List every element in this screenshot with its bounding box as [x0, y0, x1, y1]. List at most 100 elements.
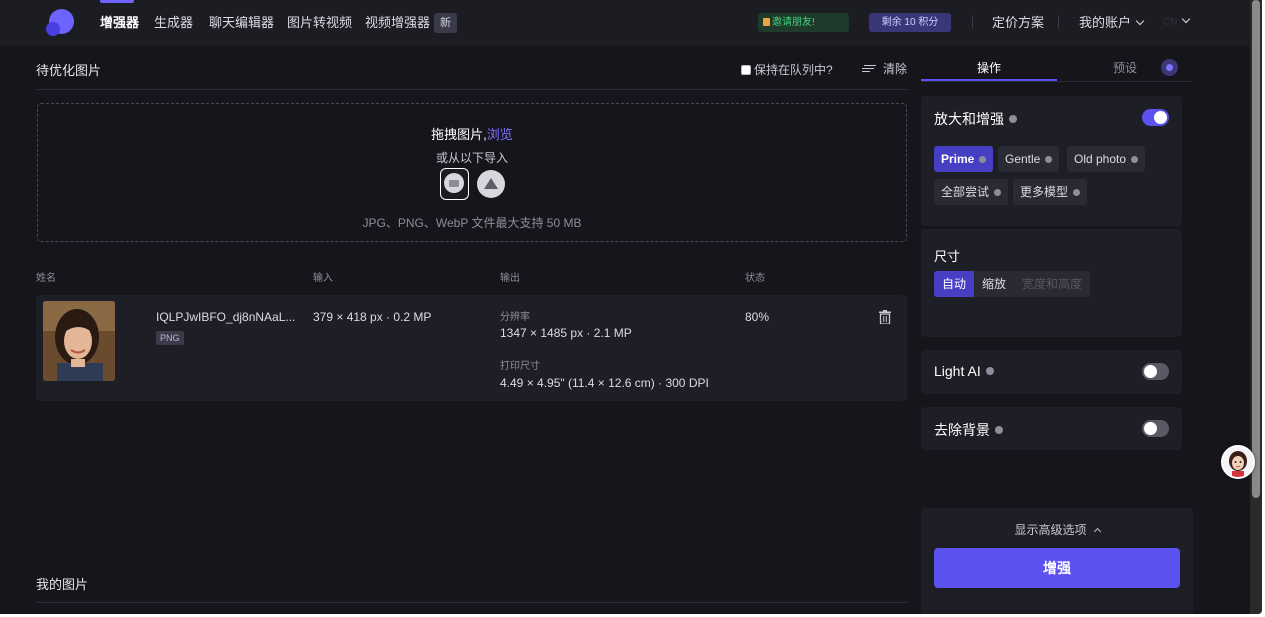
active-nav-indicator	[100, 0, 134, 3]
size-option-scale[interactable]: 缩放	[974, 271, 1015, 297]
model-chip-gentle[interactable]: Gentle	[998, 146, 1060, 172]
chevron-down-icon	[1182, 14, 1191, 24]
new-badge: 新	[434, 13, 457, 33]
clear-list-icon	[862, 64, 876, 74]
remove-background-title: 去除背景	[934, 420, 1003, 440]
tab-operations[interactable]: 操作	[977, 59, 1001, 76]
enhance-button[interactable]: 增强	[934, 548, 1180, 588]
file-row[interactable]: IQLPJwIBFO_dj8nNAaL... PNG 379 × 418 px …	[36, 295, 907, 401]
output-resolution: 1347 × 1485 px · 2.1 MP	[500, 326, 632, 340]
info-icon[interactable]	[995, 426, 1003, 434]
nav-item-generator[interactable]: 生成器	[154, 15, 193, 31]
local-folder-button[interactable]	[440, 168, 469, 200]
info-icon[interactable]	[1009, 115, 1017, 123]
size-mode-selector: 自动 缩放 宽度和高度	[934, 271, 1091, 297]
language-selector[interactable]: CN	[1163, 14, 1191, 28]
info-icon[interactable]	[994, 188, 1002, 196]
upscale-toggle[interactable]	[1142, 109, 1169, 126]
keep-in-queue-label: 保持在队列中?	[754, 63, 833, 77]
divider	[36, 89, 907, 90]
model-chip-more-models[interactable]: 更多模型	[1013, 179, 1088, 205]
model-label: Prime	[941, 152, 975, 166]
light-ai-title: Light AI	[934, 363, 994, 379]
chevron-down-icon	[1135, 16, 1145, 26]
clear-button[interactable]: 清除	[862, 60, 907, 77]
invite-friends-button[interactable]: 邀请朋友!	[758, 13, 849, 32]
scrollbar-thumb[interactable]	[1252, 0, 1260, 498]
upload-dropzone[interactable]: 拖拽图片,浏览 或从以下导入 JPG、PNG、WebP 文件最大支持 50 MB	[37, 103, 907, 242]
print-size: 4.49 × 4.95" (11.4 × 12.6 cm) · 300 DPI	[500, 376, 709, 390]
model-label: Gentle	[1005, 152, 1041, 166]
pricing-link[interactable]: 定价方案	[992, 15, 1044, 31]
preset-indicator-icon[interactable]	[1161, 59, 1178, 76]
info-icon[interactable]	[1045, 155, 1053, 163]
size-option-width-height[interactable]: 宽度和高度	[1014, 271, 1091, 297]
column-header-status: 状态	[745, 273, 765, 284]
logo-icon[interactable]	[45, 8, 75, 36]
keep-in-queue-toggle[interactable]: 保持在队列中?	[741, 61, 833, 78]
drag-text: 拖拽图片,	[431, 127, 487, 142]
divider	[1058, 15, 1059, 29]
input-dimensions: 379 × 418 px · 0.2 MP	[313, 310, 432, 324]
nav-item-chat-editor[interactable]: 聊天编辑器	[209, 15, 274, 31]
trash-icon[interactable]	[879, 310, 891, 324]
import-from-label: 或从以下导入	[435, 151, 508, 165]
nav-item-video-enhancer[interactable]: 视频增强器	[365, 15, 430, 31]
action-panel: 显示高级选项 增强	[921, 508, 1193, 614]
invite-label: 邀请朋友!	[772, 17, 815, 28]
model-chip-old-photo[interactable]: Old photo	[1067, 146, 1146, 172]
remove-background-label: 去除背景	[934, 422, 990, 438]
size-option-auto[interactable]: 自动	[934, 271, 975, 297]
nav-item-enhancer[interactable]: 增强器	[100, 15, 139, 31]
app-window: 增强器 生成器 聊天编辑器 图片转视频 视频增强器 新 邀请朋友! 剩余 10 …	[0, 0, 1262, 614]
account-label: 我的账户	[1079, 15, 1132, 30]
assistant-avatar[interactable]	[1221, 445, 1255, 479]
light-ai-card: Light AI	[921, 350, 1182, 394]
avatar-icon	[1223, 447, 1253, 477]
file-type-badge: PNG	[156, 331, 184, 345]
upscale-title: 放大和增强	[934, 109, 1017, 129]
gift-icon	[763, 18, 770, 26]
processing-status: 80%	[745, 310, 770, 324]
remove-background-toggle[interactable]	[1142, 420, 1169, 437]
size-label: 尺寸	[934, 249, 961, 264]
model-chip-prime[interactable]: Prime	[934, 146, 994, 172]
file-name: IQLPJwIBFO_dj8nNAaL...	[156, 310, 296, 324]
column-header-input: 输入	[313, 273, 333, 284]
model-chip-try-all[interactable]: 全部尝试	[934, 179, 1009, 205]
info-icon[interactable]	[1073, 188, 1081, 196]
size-title: 尺寸	[934, 246, 960, 265]
light-ai-label: Light AI	[934, 363, 981, 379]
clear-label: 清除	[883, 62, 908, 76]
remove-background-card: 去除背景	[921, 407, 1182, 450]
my-images-title: 我的图片	[36, 577, 89, 592]
browse-link[interactable]: 浏览	[487, 127, 513, 142]
model-label: 更多模型	[1020, 185, 1069, 199]
language-label: CN	[1163, 17, 1178, 28]
info-icon[interactable]	[979, 155, 987, 163]
portrait-thumbnail-icon	[43, 301, 115, 381]
advanced-options-toggle[interactable]: 显示高级选项	[921, 521, 1193, 538]
settings-tabs: 操作 预设	[921, 55, 1193, 82]
google-drive-button[interactable]	[477, 170, 505, 198]
divider	[972, 15, 973, 29]
top-navigation: 增强器 生成器 聊天编辑器 图片转视频 视频增强器 新 邀请朋友! 剩余 10 …	[0, 0, 1250, 46]
keep-in-queue-checkbox[interactable]	[741, 64, 751, 75]
info-icon[interactable]	[985, 367, 994, 375]
info-icon[interactable]	[1131, 155, 1139, 163]
column-header-name: 姓名	[36, 273, 56, 284]
scrollbar[interactable]	[1250, 0, 1262, 614]
dropzone-prompt: 拖拽图片,浏览	[38, 124, 906, 143]
google-drive-icon	[484, 178, 498, 189]
nav-item-image-to-video[interactable]: 图片转视频	[287, 15, 352, 31]
folder-icon	[444, 173, 464, 193]
print-size-label: 打印尺寸	[500, 361, 540, 372]
account-menu[interactable]: 我的账户	[1079, 15, 1145, 31]
image-thumbnail	[43, 301, 115, 381]
upscale-card: 放大和增强 Prime Gentle Old photo 全部尝试 更多模型	[921, 96, 1182, 226]
model-label: Old photo	[1074, 152, 1127, 166]
column-header-output: 输出	[500, 273, 520, 284]
light-ai-toggle[interactable]	[1142, 363, 1169, 380]
credits-badge[interactable]: 剩余 10 积分	[869, 13, 951, 32]
tab-presets[interactable]: 预设	[1113, 59, 1137, 76]
